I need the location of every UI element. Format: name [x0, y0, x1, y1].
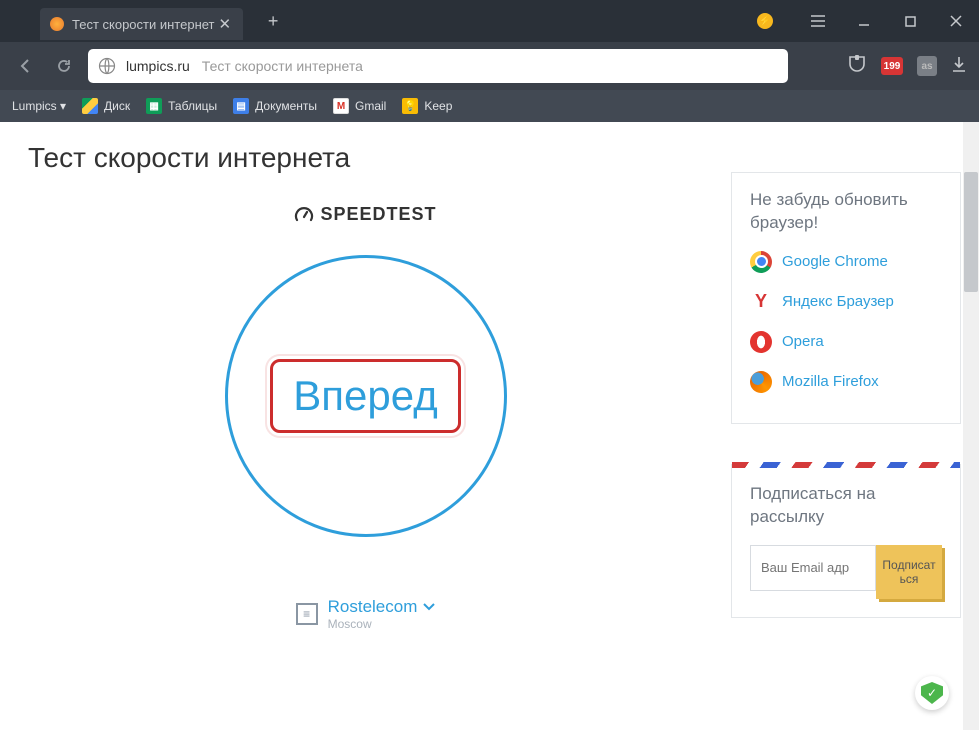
isp-city: Moscow	[328, 617, 436, 631]
reload-button[interactable]	[50, 52, 78, 80]
speedtest-brand: SPEEDTEST	[28, 204, 703, 225]
scrollbar[interactable]	[963, 122, 979, 730]
keep-icon: 💡	[402, 98, 418, 114]
isp-selector[interactable]: ≡ Rostelecom Moscow	[28, 597, 703, 631]
bookmark-lumpics[interactable]: Lumpics ▾	[12, 99, 66, 113]
tab-title: Тест скорости интернет	[72, 17, 215, 32]
page-content: Тест скорости интернета SPEEDTEST Вперед…	[0, 122, 979, 730]
gauge-icon	[294, 205, 314, 225]
maximize-button[interactable]	[887, 0, 933, 42]
new-tab-button[interactable]: +	[261, 9, 285, 33]
bookmark-keep[interactable]: 💡Keep	[402, 98, 452, 114]
chevron-down-icon	[423, 603, 435, 611]
extension-badge[interactable]: 199	[881, 57, 903, 75]
notification-icon[interactable]: ⚡	[757, 13, 773, 29]
menu-button[interactable]	[795, 0, 841, 42]
start-label: Вперед	[293, 372, 437, 419]
docs-icon: ▤	[233, 98, 249, 114]
downloads-button[interactable]	[951, 56, 967, 77]
update-title: Не забудь обновить браузер!	[750, 189, 942, 235]
security-shield-button[interactable]: ✓	[915, 676, 949, 710]
extension-lastfm-icon[interactable]: as	[917, 56, 937, 76]
drive-icon	[82, 98, 98, 114]
bookmark-sheets[interactable]: ▦Таблицы	[146, 98, 217, 114]
firefox-icon	[750, 371, 772, 393]
window-titlebar: Тест скорости интернет ✕ + ⚡	[0, 0, 979, 42]
browser-link-chrome[interactable]: Google Chrome	[750, 251, 942, 273]
subscribe-title: Подписаться на рассылку	[750, 483, 942, 529]
close-window-button[interactable]	[933, 0, 979, 42]
gmail-icon: M	[333, 98, 349, 114]
opera-icon	[750, 331, 772, 353]
isp-icon: ≡	[296, 603, 318, 625]
url-input[interactable]: lumpics.ru Тест скорости интернета	[88, 49, 788, 83]
yandex-icon: Y	[750, 291, 772, 313]
globe-icon	[98, 57, 116, 75]
address-bar: lumpics.ru Тест скорости интернета 199 a…	[0, 42, 979, 90]
bookmark-drive[interactable]: Диск	[82, 98, 130, 114]
subscribe-box: Подписаться на рассылку Подписаться	[731, 464, 961, 618]
bookmark-gmail[interactable]: MGmail	[333, 98, 386, 114]
minimize-button[interactable]	[841, 0, 887, 42]
email-field[interactable]	[750, 545, 876, 591]
scrollbar-thumb[interactable]	[964, 172, 978, 292]
sidebar: Не забудь обновить браузер! Google Chrom…	[731, 122, 979, 730]
start-highlight: Вперед	[270, 359, 460, 433]
shield-icon: ✓	[921, 682, 943, 704]
url-host: lumpics.ru	[126, 58, 190, 74]
browser-link-yandex[interactable]: YЯндекс Браузер	[750, 291, 942, 313]
sheets-icon: ▦	[146, 98, 162, 114]
isp-name: Rostelecom	[328, 597, 418, 617]
start-test-button[interactable]: Вперед	[225, 255, 507, 537]
tab-favicon-icon	[50, 17, 64, 31]
browser-link-firefox[interactable]: Mozilla Firefox	[750, 371, 942, 393]
subscribe-button[interactable]: Подписаться	[876, 545, 942, 599]
bookmark-docs[interactable]: ▤Документы	[233, 98, 317, 114]
tab-close-button[interactable]: ✕	[215, 15, 236, 33]
page-title: Тест скорости интернета	[28, 142, 703, 174]
pocket-icon[interactable]	[847, 55, 867, 78]
browser-tab[interactable]: Тест скорости интернет ✕	[40, 8, 243, 40]
update-browser-box: Не забудь обновить браузер! Google Chrom…	[731, 172, 961, 424]
browser-link-opera[interactable]: Opera	[750, 331, 942, 353]
bookmarks-bar: Lumpics ▾ Диск ▦Таблицы ▤Документы MGmai…	[0, 90, 979, 122]
chrome-icon	[750, 251, 772, 273]
back-button[interactable]	[12, 52, 40, 80]
url-path: Тест скорости интернета	[202, 58, 363, 74]
